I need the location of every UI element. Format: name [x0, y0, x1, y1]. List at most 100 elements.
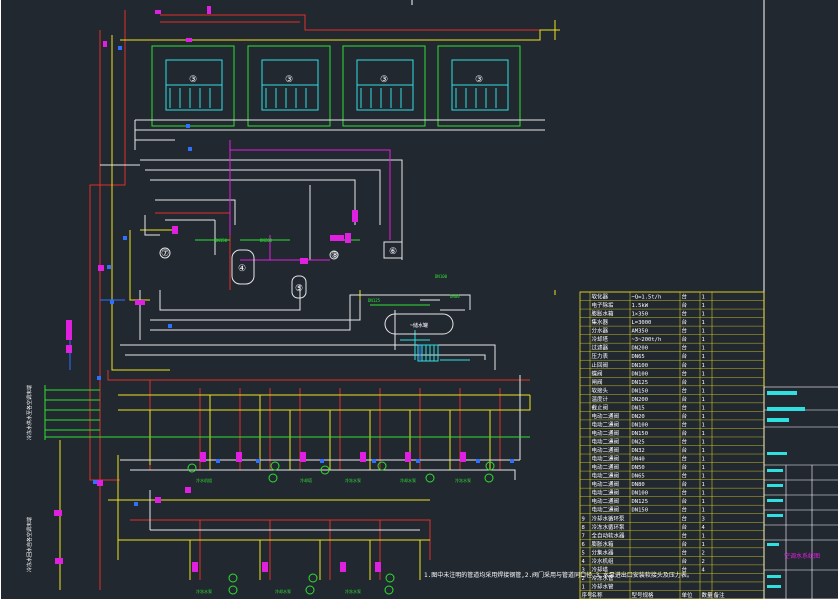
legend-cell-unit: 台: [682, 395, 688, 403]
legend-cell-name: 分水器: [592, 327, 609, 335]
cooling-tower-3[interactable]: ③: [342, 45, 426, 127]
legend-cell-name: 压力表: [592, 352, 609, 360]
legend-cell-name: 电动二通阀: [592, 412, 620, 420]
legend-cell-name: 截止阀: [592, 403, 609, 411]
pump[interactable]: [270, 461, 280, 471]
pump[interactable]: [268, 473, 278, 483]
cooling-towers: ③ ③ ③ ③: [151, 45, 521, 127]
legend-cell-spec: DN150: [632, 508, 649, 514]
legend-cell-unit: 台: [682, 463, 688, 471]
cooling-tower-4[interactable]: ③: [437, 45, 521, 127]
header-tank[interactable]: ⑧: [329, 250, 339, 261]
cooling-tower-label: ③: [189, 75, 197, 85]
legend-cell-spec: DN100: [632, 371, 649, 377]
legend-cell-spec: DN25: [632, 440, 645, 446]
legend-cell-spec: DN125: [632, 380, 649, 386]
legend-cell-name: 全自动软水器: [592, 531, 626, 539]
legend-cell-spec: 1×350: [632, 312, 649, 318]
legend-cell-name: 电动二通阀: [592, 420, 620, 428]
expansion-tank[interactable]: ⑥: [383, 241, 403, 259]
left-supply-note: 冷冻水供水至各空调末端: [26, 385, 33, 440]
legend-cell-spec: DN150: [632, 388, 649, 394]
legend-cell-spec: AM350: [632, 329, 649, 335]
pump[interactable]: [384, 585, 394, 595]
cooling-tower-1[interactable]: ③: [151, 45, 235, 127]
legend-cell-spec: DN150: [632, 431, 649, 437]
pump[interactable]: [305, 585, 315, 595]
hvac-water-system-diagram: ③ ③ ③ ③ ④ ⑤ ⑥ ⑦ ⑧ ~储水罐 DN150 DN200 DN100…: [0, 0, 839, 599]
legend-cell-qty: 1: [702, 414, 705, 420]
legend-cell-qty: 1: [702, 371, 705, 377]
pipe-tag: DN100: [435, 274, 448, 279]
legend-cell-qty: 1: [702, 337, 705, 343]
legend-cell-name: 电动二通阀: [592, 455, 620, 463]
legend-cell-qty: 1: [702, 533, 705, 539]
chiller-unit[interactable]: ④: [231, 249, 255, 285]
bottom-note: 1.图中未注明的管道均采用焊接钢管,2.阀门采用与管道同口径,3.水泵进出口安装…: [424, 571, 693, 579]
legend-cell-no: 2: [582, 576, 585, 582]
pipe-tag: DN200: [260, 238, 273, 243]
caption: 冷水机组: [196, 477, 212, 483]
legend-cell-spec: DN200: [632, 346, 649, 352]
caption: 冷却塔: [300, 477, 312, 483]
legend-cell-unit: 台: [682, 318, 688, 326]
title-block: [763, 386, 839, 599]
pump[interactable]: [228, 585, 238, 595]
legend-cell-unit: 台: [682, 438, 688, 446]
legend-cell-qty: 1: [702, 448, 705, 454]
legend-cell-unit: 台: [682, 489, 688, 497]
legend-cell-unit: 台: [682, 378, 688, 386]
legend-cell-unit: 台: [682, 361, 688, 369]
cooling-tower-label: ③: [380, 75, 388, 85]
legend-cell-spec: L=3000: [632, 320, 652, 326]
legend-cell-unit: 台: [682, 327, 688, 335]
legend-cell-spec: 型号规格: [632, 591, 655, 599]
caption: 冷冻水泵: [455, 477, 471, 483]
legend-cell-unit: 台: [682, 523, 688, 531]
legend-cell-unit: 台: [682, 540, 688, 548]
legend-cell-no: 7: [582, 533, 585, 539]
pump[interactable]: [377, 461, 387, 471]
legend-cell-note: 备注: [714, 591, 726, 599]
drawing-frame: [0, 0, 839, 599]
legend-cell-qty: 1: [702, 508, 705, 514]
pipe-tag: DN150: [215, 238, 228, 243]
legend-cell-name: 冷冻水管: [592, 574, 615, 582]
caption: 冷冻水泵: [345, 477, 361, 483]
legend-cell-unit: 台: [682, 455, 688, 463]
legend-cell-name: 电动二通阀: [592, 429, 620, 437]
legend-cell-qty: 1: [702, 380, 705, 386]
legend-cell-name: 电动二通阀: [592, 438, 620, 446]
legend-cell-unit: 台: [682, 310, 688, 318]
pump[interactable]: [425, 473, 435, 483]
legend-cell-qty: 1: [702, 346, 705, 352]
cooling-tower-2[interactable]: ③: [247, 45, 331, 127]
legend-cell-unit: 台: [682, 531, 688, 539]
legend-cell-unit: 台: [682, 420, 688, 428]
legend-cell-spec: ~3~200t/h: [632, 337, 662, 343]
pump[interactable]: [228, 573, 238, 583]
legend-cell-spec: DN100: [632, 491, 649, 497]
legend-cell-unit: 台: [682, 344, 688, 352]
legend-cell-qty: 1: [702, 474, 705, 480]
dosing-unit[interactable]: ⑦: [159, 247, 171, 259]
pump[interactable]: [385, 573, 395, 583]
pump[interactable]: [484, 473, 494, 483]
legend-cell-no: 3: [582, 567, 585, 573]
legend-cell-spec: DN65: [632, 474, 645, 480]
legend-cell-spec: DN15: [632, 405, 645, 411]
left-notes: 冷冻水供水至各空调末端 冷冻水回水自各空调末端: [26, 385, 33, 572]
caption: 冷冻水泵: [345, 588, 361, 594]
legend-cell-unit: 台: [682, 429, 688, 437]
legend-cell-name: 软接头: [592, 386, 609, 394]
legend-cell-name: 蝶阀: [592, 369, 603, 377]
pump[interactable]: [187, 463, 197, 473]
legend-cell-spec: DN65: [632, 354, 645, 360]
pump[interactable]: [308, 573, 318, 583]
plate-heat-exchanger[interactable]: [417, 344, 439, 362]
white-pipes: [100, 119, 545, 531]
legend-cell-qty: 2: [702, 559, 705, 565]
pipe-tag: DN125: [368, 298, 381, 303]
softener-tank[interactable]: ⑤: [291, 275, 307, 299]
vessel-label: ~储水罐: [410, 322, 428, 329]
